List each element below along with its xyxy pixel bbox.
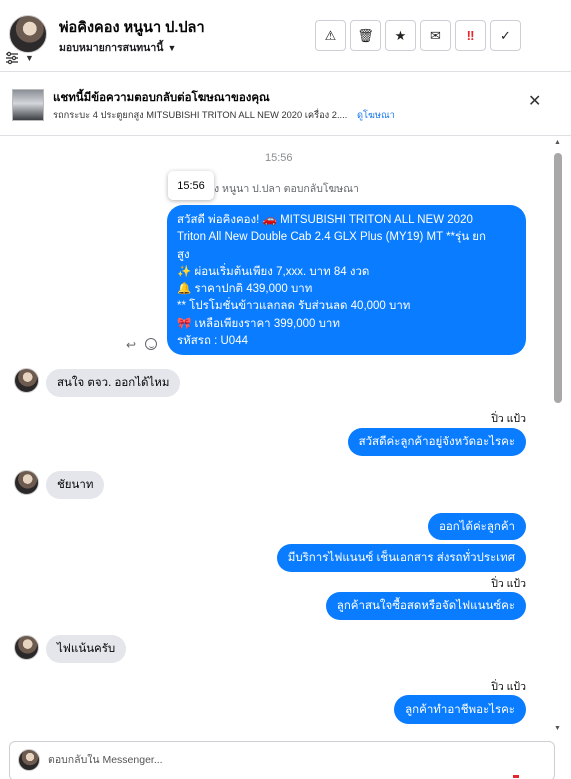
- view-ad-link[interactable]: ดูโฆษณา: [357, 108, 395, 123]
- report-alert-button[interactable]: ⚠: [315, 20, 346, 51]
- chevron-down-icon: ▼: [167, 42, 177, 53]
- outgoing-message[interactable]: มีบริการไฟแนนซ์ เช็นเอกสาร ส่งรถทั่วประเ…: [276, 544, 526, 572]
- envelope-open-icon: ✉: [430, 27, 441, 43]
- incoming-message[interactable]: สนใจ ตจว. ออกได้ไหม: [46, 369, 181, 397]
- checkmark-icon: ✓: [500, 27, 511, 43]
- reaction-smile-icon[interactable]: [145, 338, 157, 350]
- scrollbar-thumb[interactable]: [554, 153, 562, 403]
- assign-conversation-dropdown[interactable]: มอบหมายการสนทนานี้ ▼: [59, 39, 176, 56]
- outgoing-message[interactable]: ลูกค้าสนใจซื้อสดหรือจัดไฟแนนซ์คะ: [325, 592, 526, 620]
- delete-button[interactable]: 🗑: [350, 20, 381, 51]
- message-line: สวัสดี พ่อคิงคอง! 🚗 MITSUBISHI TRITON AL…: [177, 214, 473, 226]
- ad-thumbnail[interactable]: [12, 89, 44, 121]
- mark-spam-button[interactable]: ‼: [455, 20, 486, 51]
- ad-banner-subtitle: รถกระบะ 4 ประตูยกสูง MITSUBISHI TRITON A…: [53, 110, 348, 120]
- outgoing-message[interactable]: สวัสดีค่ะลูกค้าอยู่จังหวัดอะไรคะ: [347, 428, 526, 456]
- message-thread[interactable]: 15:56 ง หนูนา ป.ปลา ตอบกลับโฆษณา 15:56 ส…: [0, 137, 553, 734]
- contact-avatar-small[interactable]: [14, 470, 39, 495]
- message-line: Triton All New Double Cab 2.4 GLX Plus (…: [177, 231, 486, 244]
- time-divider: 15:56: [265, 152, 293, 164]
- composer-indicator: [513, 775, 519, 778]
- contact-avatar-small[interactable]: [14, 368, 39, 393]
- thread-scrollbar[interactable]: ▲ ▼: [553, 137, 563, 734]
- ad-banner-title: แชทนี้มีข้อความตอบกลับต่อโฆษณาของคุณ: [53, 92, 270, 104]
- conversation-toolbar: ⚠ 🗑 ★ ✉ ‼ ✓: [315, 20, 521, 51]
- message-line: 🔔 ราคาปกติ 439,000 บาท: [177, 283, 313, 296]
- star-button[interactable]: ★: [385, 20, 416, 51]
- scroll-up-arrow-icon[interactable]: ▲: [554, 139, 561, 146]
- mark-done-button[interactable]: ✓: [490, 20, 521, 51]
- sender-name: ปิ่ว แป้ว: [491, 413, 526, 425]
- ad-message-bubble[interactable]: สวัสดี พ่อคิงคอง! 🚗 MITSUBISHI TRITON AL…: [167, 205, 526, 355]
- message-line: รหัสรถ : U044: [177, 335, 248, 348]
- ad-reply-banner: แชทนี้มีข้อความตอบกลับต่อโฆษณาของคุณ รถก…: [0, 72, 571, 136]
- reply-arrow-icon[interactable]: ↩: [126, 338, 136, 352]
- contact-avatar-small[interactable]: [14, 635, 39, 660]
- reply-input[interactable]: [48, 754, 498, 766]
- trash-icon: 🗑: [357, 27, 374, 43]
- contact-avatar[interactable]: [9, 15, 47, 53]
- alert-triangle-icon: ⚠: [324, 27, 337, 43]
- reply-composer: [9, 741, 555, 779]
- scroll-down-arrow-icon[interactable]: ▼: [554, 725, 561, 732]
- message-line: 🎀 เหลือเพียงราคา 399,000 บาท: [177, 317, 340, 330]
- message-line: สูง: [177, 248, 190, 261]
- contact-name: พ่อคิงคอง หนูนา ป.ปลา: [59, 20, 205, 36]
- page-avatar: [18, 749, 40, 771]
- mark-unread-button[interactable]: ✉: [420, 20, 451, 51]
- double-exclamation-icon: ‼: [466, 28, 475, 43]
- close-icon[interactable]: ✕: [528, 94, 541, 110]
- outgoing-message[interactable]: ออกได้ค่ะลูกค้า: [427, 513, 526, 540]
- timestamp-tooltip: 15:56: [168, 171, 214, 200]
- incoming-message[interactable]: ไฟแน้นครับ: [46, 635, 127, 663]
- star-icon: ★: [394, 27, 407, 43]
- settings-sliders-icon[interactable]: [5, 51, 19, 65]
- sender-name: ปิ่ว แป้ว: [491, 681, 526, 693]
- outgoing-message[interactable]: ลูกค้าทำอาชีพอะไรคะ: [394, 695, 526, 724]
- ad-reply-note: ง หนูนา ป.ปลา ตอบกลับโฆษณา: [214, 183, 359, 195]
- message-line: ✨ ผ่อนเริ่มต้นเพียง 7,xxx. บาท 84 งวด: [177, 265, 370, 278]
- chevron-down-icon[interactable]: ▼: [25, 53, 34, 63]
- message-line: ** โปรโมชั่นข้าวแลกลด รับส่วนลด 40,000 บ…: [177, 300, 411, 313]
- incoming-message[interactable]: ชัยนาท: [46, 471, 105, 499]
- conversation-header: ▼ พ่อคิงคอง หนูนา ป.ปลา มอบหมายการสนทนาน…: [0, 0, 571, 72]
- sender-name: ปิ่ว แป้ว: [491, 578, 526, 590]
- assign-label: มอบหมายการสนทนานี้: [59, 42, 164, 54]
